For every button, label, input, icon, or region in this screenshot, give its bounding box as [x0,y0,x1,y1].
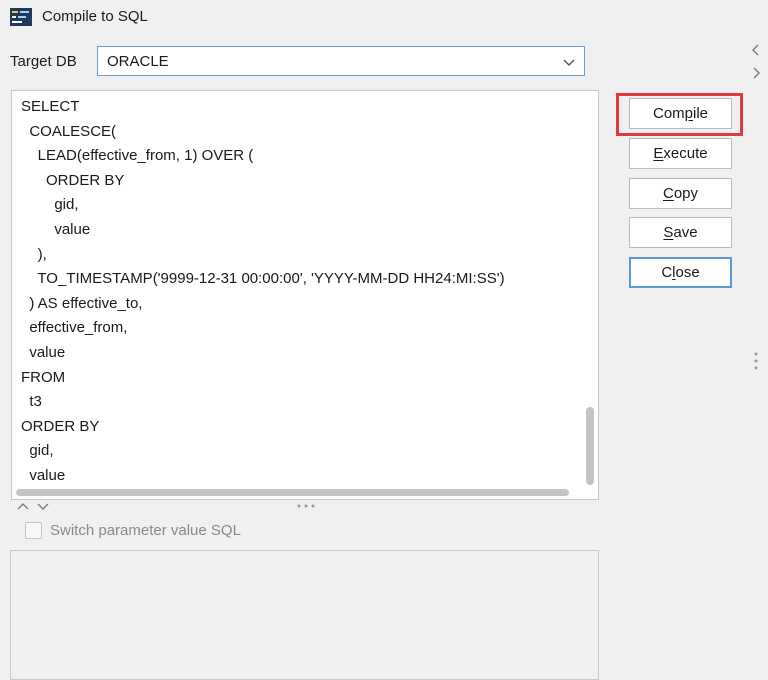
sql-line: ), [21,245,47,263]
sql-line: gid, [21,196,79,214]
target-db-select[interactable]: ORACLE [97,46,585,76]
splitter-grip-icon[interactable] [295,502,317,510]
chevron-down-icon [563,59,575,66]
target-db-label: Target DB [10,53,77,70]
switch-parameter-checkbox[interactable] [25,522,42,539]
execute-button[interactable]: Execute [629,138,732,169]
window-title: Compile to SQL [42,8,148,25]
target-db-value: ORACLE [107,53,169,70]
sql-line: ORDER BY [21,417,100,435]
parameter-sql-panel[interactable] [10,550,599,680]
sql-line: ORDER BY [21,171,125,189]
close-button[interactable]: Close [629,257,732,288]
sql-editor[interactable]: SELECT COALESCE( LEAD(effective_from, 1)… [11,90,599,500]
sql-line: gid, [21,442,54,460]
vertical-scrollbar-thumb[interactable] [586,407,594,485]
sql-line: effective_from, [21,319,128,337]
compile-button[interactable]: Compile [629,98,732,129]
sql-line: LEAD(effective_from, 1) OVER ( [21,147,254,165]
sql-line: COALESCE( [21,122,117,140]
sql-code: SELECT COALESCE( LEAD(effective_from, 1)… [21,95,505,489]
sql-line: value [21,220,91,238]
vertical-scrollbar[interactable] [586,95,594,485]
side-grip-icon[interactable] [753,351,759,371]
sql-line: SELECT [21,98,80,115]
title-bar: Compile to SQL [0,0,768,34]
sql-line: value [21,343,66,361]
chevron-right-icon[interactable] [750,66,762,80]
sql-line: ) AS effective_to, [21,294,143,312]
copy-button[interactable]: Copy [629,178,732,209]
sql-line: t3 [21,393,42,411]
save-button[interactable]: Save [629,217,732,248]
collapse-expand-icon[interactable] [16,500,56,512]
switch-parameter-label: Switch parameter value SQL [50,522,241,539]
sql-line: FROM [21,368,66,386]
sql-line: TO_TIMESTAMP('9999-12-31 00:00:00', 'YYY… [21,270,505,288]
app-icon [10,8,32,26]
sql-line: value [21,466,66,484]
horizontal-scrollbar-thumb[interactable] [16,489,569,496]
chevron-left-icon[interactable] [750,43,762,57]
